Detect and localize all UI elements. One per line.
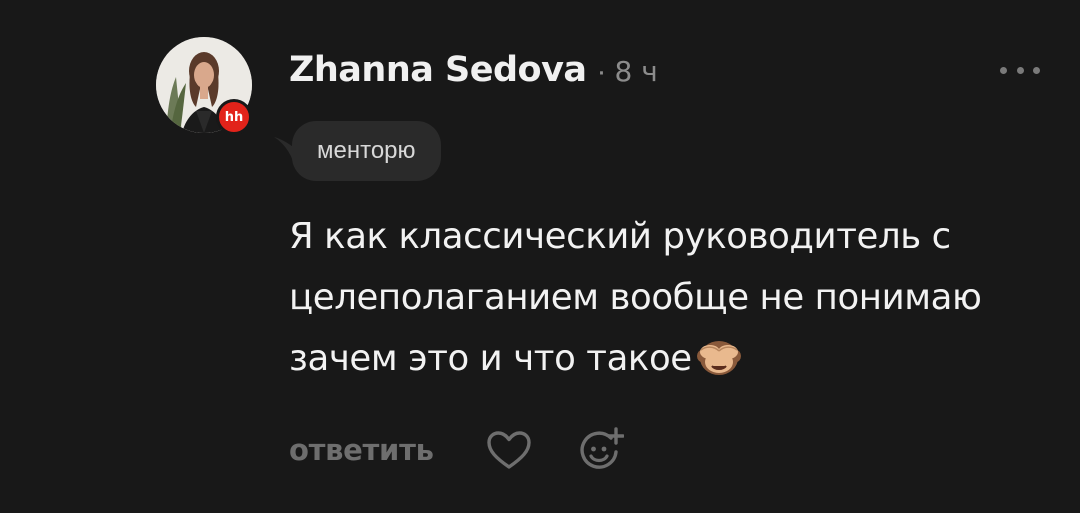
user-tag-label: менторю bbox=[292, 121, 441, 181]
comment-card: hh Zhanna Sedova · 8 ч менторю Я как кла… bbox=[0, 0, 1080, 513]
more-options-button[interactable] bbox=[996, 56, 1044, 84]
comment-header: Zhanna Sedova · 8 ч bbox=[289, 50, 658, 94]
author-name[interactable]: Zhanna Sedova bbox=[289, 50, 587, 90]
comment-text: Я как классический руководитель с целепо… bbox=[289, 206, 1029, 395]
separator-dot: · bbox=[596, 55, 607, 88]
reply-button[interactable]: ответить bbox=[289, 433, 434, 467]
hh-badge: hh bbox=[216, 99, 252, 135]
comment-actions: ответить bbox=[289, 424, 624, 476]
see-no-evil-monkey-icon bbox=[696, 334, 742, 395]
add-reaction-icon[interactable] bbox=[580, 427, 624, 473]
heart-icon[interactable] bbox=[486, 430, 532, 470]
more-dot-icon bbox=[1016, 66, 1024, 74]
more-dot-icon bbox=[1033, 66, 1040, 74]
comment-text-content: Я как классический руководитель с целепо… bbox=[289, 216, 982, 379]
more-dot-icon bbox=[1000, 66, 1007, 74]
avatar[interactable]: hh bbox=[156, 37, 252, 135]
timestamp: 8 ч bbox=[614, 55, 658, 88]
